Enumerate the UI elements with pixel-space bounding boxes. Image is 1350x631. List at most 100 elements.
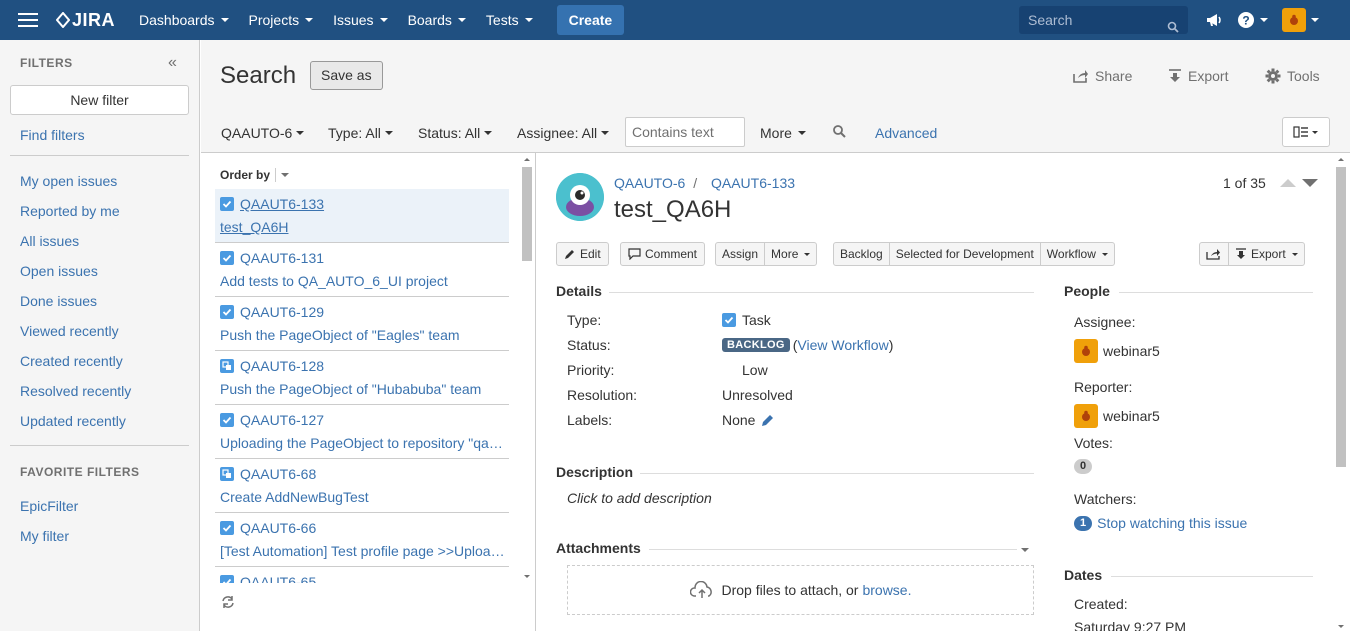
list-item[interactable]: QAAUT6-127 Uploading the PageObject to r… (215, 405, 509, 459)
task-icon (220, 251, 234, 265)
filter-open-issues[interactable]: Open issues (20, 263, 98, 279)
avatar (1074, 339, 1098, 363)
export-issue-button[interactable]: Export (1229, 243, 1304, 265)
list-item[interactable]: QAAUT6-133 test_QA6H (215, 189, 509, 243)
export-button[interactable]: Export (1168, 68, 1228, 84)
filter-all-issues[interactable]: All issues (20, 233, 79, 249)
filter-resolved-recently[interactable]: Resolved recently (20, 383, 131, 399)
comment-button[interactable]: Comment (620, 242, 706, 266)
more-actions-button[interactable]: More (765, 243, 816, 265)
issue-key-link[interactable]: QAAUT6-133 (711, 175, 795, 191)
description-placeholder[interactable]: Click to add description (567, 490, 712, 506)
list-item[interactable]: QAAUT6-68 Create AddNewBugTest (215, 459, 509, 513)
pencil-icon (565, 250, 574, 259)
collapse-sidebar-icon[interactable]: « (168, 54, 177, 72)
nav-issues[interactable]: Issues (323, 0, 397, 40)
list-item[interactable]: QAAUT6-66 [Test Automation] Test profile… (215, 513, 509, 567)
issue-summary-title[interactable]: test_QA6H (614, 196, 731, 224)
save-as-button[interactable]: Save as (310, 61, 383, 90)
nav-boards[interactable]: Boards (398, 0, 476, 40)
previous-issue-icon[interactable] (1279, 179, 1296, 187)
view-workflow-link[interactable]: View Workflow (797, 337, 888, 353)
watchers-count-badge[interactable]: 1 (1074, 515, 1093, 531)
priority-value[interactable]: Low (742, 362, 768, 378)
task-icon (722, 313, 736, 327)
share-issue-button[interactable] (1200, 243, 1229, 265)
new-filter-button[interactable]: New filter (10, 85, 189, 115)
share-button[interactable]: Share (1073, 68, 1132, 84)
detail-scrollbar[interactable] (1334, 155, 1348, 631)
nav-dashboards[interactable]: Dashboards (129, 0, 239, 40)
stop-watching-link[interactable]: Stop watching this issue (1097, 515, 1247, 531)
app-switcher-icon[interactable] (18, 9, 38, 31)
layout-switcher-button[interactable] (1282, 117, 1330, 147)
dates-heading[interactable]: Dates (1064, 567, 1102, 583)
description-heading[interactable]: Description (556, 464, 633, 480)
filter-my-open-issues[interactable]: My open issues (20, 173, 117, 189)
find-filters-link[interactable]: Find filters (20, 127, 85, 143)
browse-link[interactable]: browse. (862, 582, 911, 598)
votes-count-badge[interactable]: 0 (1074, 459, 1093, 474)
attachments-heading[interactable]: Attachments (556, 540, 641, 556)
assign-more-group: Assign More (715, 242, 818, 266)
selected-for-development-button[interactable]: Selected for Development (890, 243, 1041, 265)
workflow-transitions: Backlog Selected for Development Workflo… (833, 242, 1115, 266)
main-nav: Dashboards Projects Issues Boards Tests (129, 0, 543, 40)
user-profile-menu[interactable] (1282, 8, 1319, 32)
subtask-icon (220, 467, 234, 481)
issue-list-panel: Order by QAAUT6-133 test_QA6H QAAUT6-131… (201, 153, 536, 631)
filter-reported-by-me[interactable]: Reported by me (20, 203, 120, 219)
list-item[interactable]: QAAUT6-129 Push the PageObject of "Eagle… (215, 297, 509, 351)
next-issue-icon[interactable] (1301, 179, 1318, 187)
project-filter[interactable]: QAAUTO-6 (221, 125, 305, 141)
votes-label: Votes: (1074, 435, 1113, 451)
advanced-link[interactable]: Advanced (875, 125, 937, 141)
search-icon[interactable] (832, 124, 846, 138)
contains-text-input[interactable]: Contains text (625, 117, 745, 147)
reporter-value[interactable]: webinar5 (1074, 404, 1160, 428)
attachment-dropzone[interactable]: Drop files to attach, or browse. (567, 565, 1034, 615)
order-by-control[interactable]: Order by (220, 168, 290, 182)
jira-logo[interactable]: JIRA (56, 10, 115, 31)
quick-search-input[interactable]: Search (1019, 6, 1188, 34)
assignee-filter[interactable]: Assignee: All (517, 125, 610, 141)
resolution-value: Unresolved (722, 387, 793, 403)
votes-value[interactable]: 0 (1074, 459, 1093, 474)
filter-viewed-recently[interactable]: Viewed recently (20, 323, 119, 339)
labels-value[interactable]: None (722, 412, 775, 428)
attachments-options-icon[interactable] (1021, 548, 1029, 552)
nav-tests[interactable]: Tests (476, 0, 543, 40)
filter-updated-recently[interactable]: Updated recently (20, 413, 126, 429)
type-filter[interactable]: Type: All (328, 125, 393, 141)
project-link[interactable]: QAAUTO-6 (614, 175, 685, 191)
page-header: Search Save as Share Export Tools (201, 40, 1350, 113)
details-heading[interactable]: Details (556, 283, 602, 299)
people-heading[interactable]: People (1064, 283, 1110, 299)
nav-projects[interactable]: Projects (239, 0, 324, 40)
priority-label: Priority: (567, 362, 615, 378)
help-icon[interactable]: ? (1237, 11, 1268, 29)
list-scrollbar[interactable] (521, 157, 533, 582)
tools-button[interactable]: Tools (1265, 68, 1320, 84)
edit-button[interactable]: Edit (556, 242, 609, 266)
favorite-my-filter[interactable]: My filter (20, 528, 69, 544)
list-item[interactable]: QAAUT6-131 Add tests to QA_AUTO_6_UI pro… (215, 243, 509, 297)
backlog-transition-button[interactable]: Backlog (834, 243, 890, 265)
assignee-value[interactable]: webinar5 (1074, 339, 1160, 363)
status-filter[interactable]: Status: All (418, 125, 493, 141)
filter-created-recently[interactable]: Created recently (20, 353, 123, 369)
refresh-icon[interactable] (221, 595, 235, 612)
divider (640, 473, 1034, 474)
favorite-epicfilter[interactable]: EpicFilter (20, 498, 78, 514)
project-avatar[interactable] (556, 173, 604, 221)
assign-button[interactable]: Assign (716, 243, 766, 265)
divider (609, 292, 1034, 293)
list-item[interactable]: QAAUT6-65 (215, 567, 509, 583)
more-criteria[interactable]: More (760, 125, 806, 141)
task-icon (220, 413, 234, 427)
create-button[interactable]: Create (556, 5, 625, 35)
workflow-button[interactable]: Workflow (1041, 243, 1114, 265)
megaphone-icon[interactable] (1205, 12, 1223, 28)
list-item[interactable]: QAAUT6-128 Push the PageObject of "Hubab… (215, 351, 509, 405)
filter-done-issues[interactable]: Done issues (20, 293, 97, 309)
